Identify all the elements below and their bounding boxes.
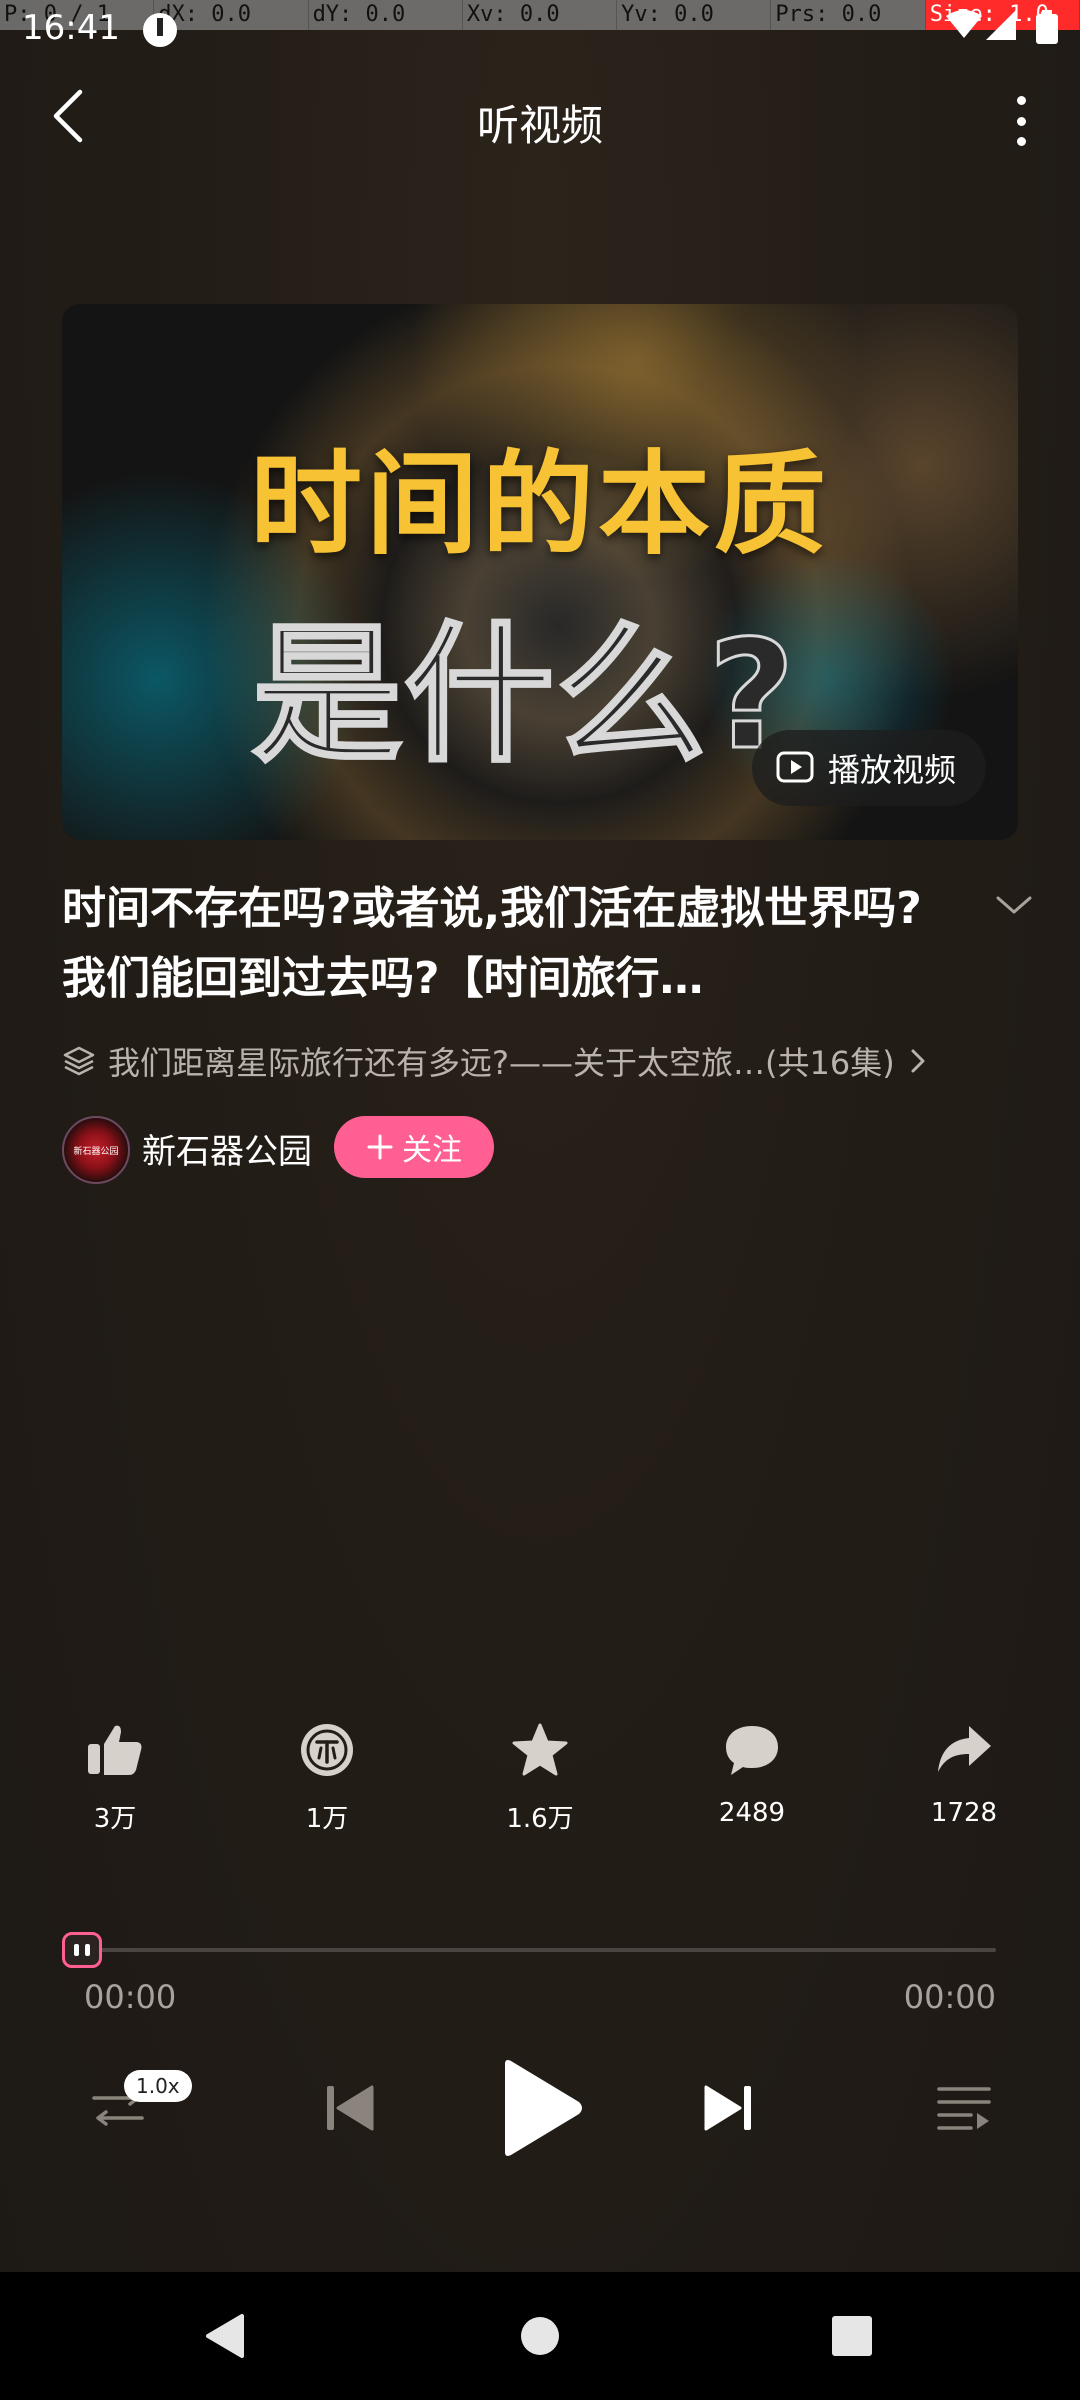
play-video-button[interactable]: 播放视频	[751, 730, 986, 806]
nav-recents-button[interactable]	[818, 2302, 886, 2370]
wifi-icon	[946, 10, 982, 44]
coin-count: 1万	[305, 1804, 349, 1834]
cover-title-line1: 时间的本质	[250, 440, 830, 570]
playlist-button[interactable]	[928, 2076, 1000, 2140]
like-count: 3万	[93, 1804, 137, 1834]
layers-icon	[63, 1046, 95, 1076]
previous-button[interactable]	[318, 2076, 382, 2140]
skip-next-icon	[704, 2085, 751, 2131]
chevron-down-icon	[996, 896, 1032, 914]
comment-button[interactable]: 2489	[672, 1720, 832, 1828]
progress-bar[interactable]	[84, 1948, 996, 1952]
next-button[interactable]	[696, 2076, 760, 2140]
play-video-label: 播放视频	[827, 751, 956, 789]
action-bar: 3万 1万 1.6万 2489 1728	[0, 1720, 1080, 1850]
total-time: 00:00	[903, 1978, 996, 2016]
play-icon	[505, 2060, 582, 2156]
thumb-eye-icon	[74, 1944, 79, 1956]
more-dot-icon	[1016, 116, 1026, 126]
favorite-count: 1.6万	[506, 1804, 574, 1834]
coin-icon	[301, 1724, 353, 1776]
series-link[interactable]: 我们距离星际旅行还有多远?——关于太空旅…(共16集)	[62, 1036, 1022, 1086]
comment-icon	[726, 1726, 778, 1775]
chevron-right-icon	[911, 1049, 925, 1073]
nav-home-button[interactable]	[506, 2302, 574, 2370]
like-button[interactable]: 3万	[35, 1720, 195, 1835]
page-title: 听视频	[476, 101, 603, 150]
follow-button[interactable]: 关注	[334, 1116, 494, 1178]
comment-count: 2489	[718, 1798, 786, 1828]
more-options-button[interactable]	[1006, 96, 1036, 146]
author-name[interactable]: 新石器公园	[142, 1124, 312, 1173]
favorite-button[interactable]: 1.6万	[460, 1720, 620, 1835]
overlay-xv: Xv: 0.0	[463, 0, 618, 30]
video-play-icon	[776, 751, 814, 783]
share-icon	[938, 1726, 991, 1772]
playlist-icon	[937, 2087, 991, 2130]
star-icon	[512, 1723, 568, 1776]
thumbs-up-icon	[88, 1725, 142, 1775]
share-button[interactable]: 1728	[884, 1720, 1044, 1828]
author-avatar[interactable]: 新石器公园	[62, 1116, 130, 1184]
follow-label: 关注	[402, 1133, 462, 1168]
expand-title-button[interactable]	[992, 890, 1036, 930]
nav-home-icon	[521, 2317, 559, 2355]
signal-icon	[986, 10, 1016, 44]
video-title: 时间不存在吗?或者说,我们活在虚拟世界吗?我们能回到过去吗?【时间旅行…	[62, 883, 922, 1004]
share-count: 1728	[930, 1798, 998, 1828]
cover-title-line2: 是什么?	[250, 608, 798, 785]
nav-recents-icon	[832, 2316, 872, 2356]
battery-icon	[1036, 10, 1058, 48]
avatar-text: 新石器公园	[73, 1147, 119, 1157]
video-cover[interactable]: 时间的本质 是什么? 播放视频	[62, 304, 1018, 840]
nav-back-button[interactable]	[190, 2302, 258, 2370]
current-time: 00:00	[84, 1978, 177, 2016]
status-time: 16:41	[22, 8, 120, 48]
series-title: 我们距离星际旅行还有多远?——关于太空旅…(共16集)	[108, 1044, 895, 1082]
overlay-dy: dY: 0.0	[309, 0, 463, 30]
more-dot-icon	[1016, 137, 1026, 146]
system-navigation-bar	[0, 2272, 1080, 2400]
nav-back-icon	[206, 2314, 244, 2358]
plus-icon	[367, 1134, 393, 1160]
thumb-eye-icon	[85, 1944, 90, 1956]
overlay-prs: Prs: 0.0	[771, 0, 926, 30]
listen-video-screen: P: 0 / 1 dX: 0.0 dY: 0.0 Xv: 0.0 Yv: 0.0…	[0, 0, 1080, 2400]
more-dot-icon	[1016, 96, 1026, 105]
speed-badge[interactable]: 1.0x	[124, 2070, 192, 2102]
overlay-yv: Yv: 0.0	[617, 0, 772, 30]
skip-previous-icon	[327, 2085, 374, 2131]
play-button[interactable]	[490, 2050, 590, 2166]
progress-thumb[interactable]	[62, 1932, 102, 1968]
coin-button[interactable]: 1万	[247, 1720, 407, 1835]
app-notification-icon	[140, 10, 180, 54]
